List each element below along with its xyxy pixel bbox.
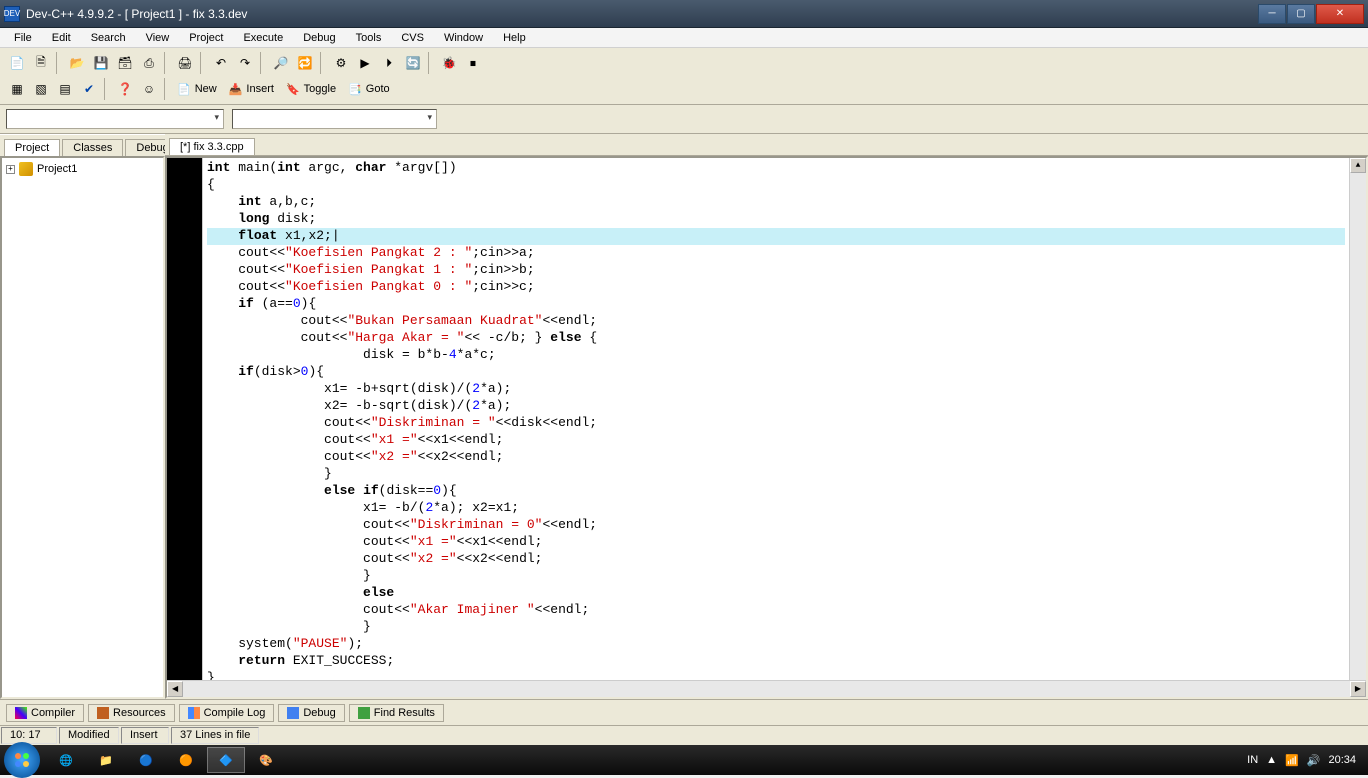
stop-icon[interactable]: ⏹ xyxy=(462,52,484,74)
new-project-icon[interactable]: 🗎 xyxy=(30,52,52,74)
minimize-button[interactable]: ─ xyxy=(1258,4,1286,24)
close-button[interactable]: ✕ xyxy=(1316,4,1364,24)
tray-volume-icon[interactable]: 🔊 xyxy=(1307,754,1321,767)
toggle-button[interactable]: 🔖Toggle xyxy=(283,78,343,100)
tool-c-icon[interactable]: ▤ xyxy=(54,78,76,100)
menu-search[interactable]: Search xyxy=(81,30,136,46)
help-icon[interactable]: ❓ xyxy=(114,78,136,100)
maximize-button[interactable]: ▢ xyxy=(1287,4,1315,24)
redo-icon[interactable]: ↷ xyxy=(234,52,256,74)
resources-icon xyxy=(97,707,109,719)
status-position: 10: 17 xyxy=(1,727,57,744)
titlebar: DEV Dev-C++ 4.9.9.2 - [ Project1 ] - fix… xyxy=(0,0,1368,28)
save-icon[interactable]: 💾 xyxy=(90,52,112,74)
menu-project[interactable]: Project xyxy=(179,30,233,46)
compile-log-icon xyxy=(188,707,200,719)
tray-network-icon[interactable]: 📶 xyxy=(1285,754,1299,767)
taskbar-paint-icon[interactable]: 🎨 xyxy=(247,747,285,773)
expand-icon[interactable]: + xyxy=(6,165,15,174)
taskbar-explorer-icon[interactable]: 📁 xyxy=(87,747,125,773)
tab-compiler[interactable]: Compiler xyxy=(6,704,84,722)
statusbar: 10: 17 Modified Insert 37 Lines in file xyxy=(0,725,1368,745)
taskbar-devcpp-icon[interactable]: 🔷 xyxy=(207,747,245,773)
menu-window[interactable]: Window xyxy=(434,30,493,46)
tab-compile-log[interactable]: Compile Log xyxy=(179,704,275,722)
tab-classes[interactable]: Classes xyxy=(62,139,123,156)
compile-run-icon[interactable]: ⏵ xyxy=(378,52,400,74)
insert-button[interactable]: 📥Insert xyxy=(226,78,281,100)
project-icon xyxy=(19,162,33,176)
menu-view[interactable]: View xyxy=(136,30,180,46)
menu-cvs[interactable]: CVS xyxy=(391,30,434,46)
debug-tab-icon xyxy=(287,707,299,719)
status-lines: 37 Lines in file xyxy=(171,727,259,744)
system-tray: IN ▲ 📶 🔊 20:34 xyxy=(1239,754,1364,767)
class-dropdown[interactable] xyxy=(6,109,224,129)
close-file-icon[interactable]: ⎙ xyxy=(138,52,160,74)
output-tabs: Compiler Resources Compile Log Debug Fin… xyxy=(0,699,1368,725)
tab-find-results[interactable]: Find Results xyxy=(349,704,444,722)
undo-icon[interactable]: ↶ xyxy=(210,52,232,74)
menu-edit[interactable]: Edit xyxy=(42,30,81,46)
tray-flag-icon[interactable]: ▲ xyxy=(1266,754,1277,766)
editor-tab-file[interactable]: [*] fix 3.3.cpp xyxy=(169,138,255,155)
menu-tools[interactable]: Tools xyxy=(346,30,392,46)
taskbar-app-icon[interactable]: 🟠 xyxy=(167,747,205,773)
rebuild-icon[interactable]: 🔄 xyxy=(402,52,424,74)
save-all-icon[interactable]: 🗃 xyxy=(114,52,136,74)
new-file-icon[interactable]: 📄 xyxy=(6,52,28,74)
status-mode: Insert xyxy=(121,727,169,744)
compiler-icon xyxy=(15,707,27,719)
project-tree[interactable]: + Project1 xyxy=(0,156,165,699)
print-icon[interactable]: 🖨 xyxy=(174,52,196,74)
compile-icon[interactable]: ⚙ xyxy=(330,52,352,74)
find-icon[interactable]: 🔎 xyxy=(270,52,292,74)
app-icon: DEV xyxy=(4,6,20,22)
replace-icon[interactable]: 🔁 xyxy=(294,52,316,74)
status-modified: Modified xyxy=(59,727,119,744)
tool-a-icon[interactable]: ▦ xyxy=(6,78,28,100)
code-editor[interactable]: int main(int argc, char *argv[]){ int a,… xyxy=(167,158,1366,680)
taskbar: 🌐 📁 🔵 🟠 🔷 🎨 IN ▲ 📶 🔊 20:34 xyxy=(0,745,1368,775)
sidebar-tabs: Project Classes Debug xyxy=(0,134,165,156)
taskbar-ie-icon[interactable]: 🌐 xyxy=(47,747,85,773)
vertical-scrollbar[interactable] xyxy=(1349,158,1366,680)
run-icon[interactable]: ▶ xyxy=(354,52,376,74)
tray-lang[interactable]: IN xyxy=(1247,754,1258,766)
editor-tabs: [*] fix 3.3.cpp xyxy=(165,134,1368,156)
gutter xyxy=(167,158,202,680)
new-button[interactable]: 📄New xyxy=(174,78,224,100)
open-icon[interactable]: 📂 xyxy=(66,52,88,74)
toolbars: 📄 🗎 📂 💾 🗃 ⎙ 🖨 ↶ ↷ 🔎 🔁 ⚙ ▶ ⏵ 🔄 🐞 ⏹ ▦ ▧ ▤ … xyxy=(0,48,1368,105)
window-controls: ─ ▢ ✕ xyxy=(1257,4,1364,24)
project-name: Project1 xyxy=(37,163,77,175)
start-button[interactable] xyxy=(4,742,40,778)
editor-area: int main(int argc, char *argv[]){ int a,… xyxy=(165,156,1368,699)
horizontal-scrollbar[interactable] xyxy=(167,680,1366,697)
tool-b-icon[interactable]: ▧ xyxy=(30,78,52,100)
tab-resources[interactable]: Resources xyxy=(88,704,175,722)
about-icon[interactable]: ☺ xyxy=(138,78,160,100)
menu-execute[interactable]: Execute xyxy=(233,30,293,46)
menu-file[interactable]: File xyxy=(4,30,42,46)
goto-button[interactable]: 📑Goto xyxy=(345,78,397,100)
menu-debug[interactable]: Debug xyxy=(293,30,345,46)
function-dropdown[interactable] xyxy=(232,109,437,129)
menubar: File Edit Search View Project Execute De… xyxy=(0,28,1368,48)
find-results-icon xyxy=(358,707,370,719)
tree-root[interactable]: + Project1 xyxy=(6,162,159,176)
tool-d-icon[interactable]: ✔ xyxy=(78,78,100,100)
dropdown-row xyxy=(0,105,1368,134)
code-content[interactable]: int main(int argc, char *argv[]){ int a,… xyxy=(202,158,1349,680)
debug-icon[interactable]: 🐞 xyxy=(438,52,460,74)
window-title: Dev-C++ 4.9.9.2 - [ Project1 ] - fix 3.3… xyxy=(26,7,1257,21)
taskbar-chrome-icon[interactable]: 🔵 xyxy=(127,747,165,773)
tray-clock[interactable]: 20:34 xyxy=(1328,754,1356,766)
tab-project[interactable]: Project xyxy=(4,139,60,156)
tab-output-debug[interactable]: Debug xyxy=(278,704,344,722)
menu-help[interactable]: Help xyxy=(493,30,536,46)
